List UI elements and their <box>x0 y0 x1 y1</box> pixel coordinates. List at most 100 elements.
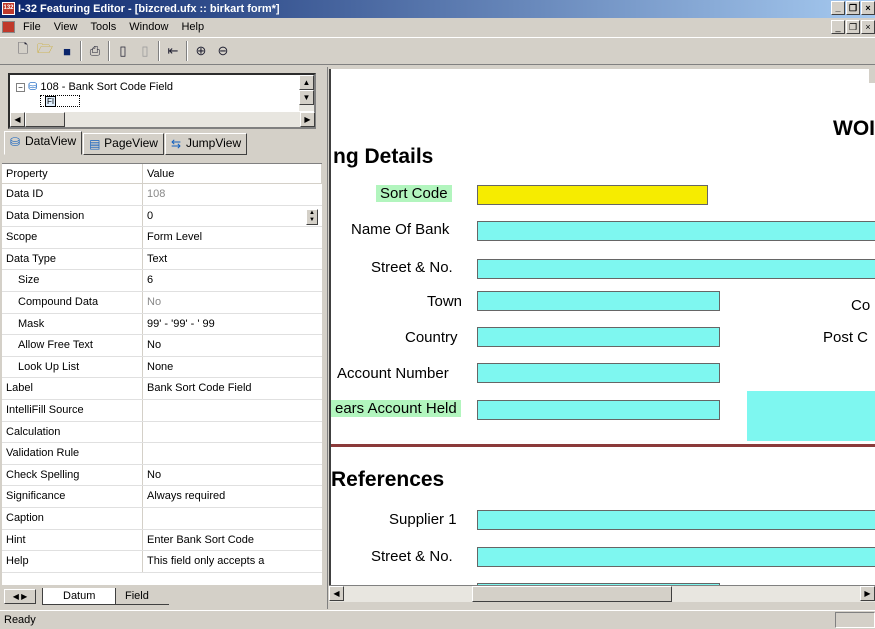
sort-code-field[interactable] <box>477 185 708 205</box>
property-value[interactable] <box>143 422 322 443</box>
table-row[interactable]: Look Up List None <box>2 356 322 379</box>
property-value[interactable]: 6 <box>143 270 322 291</box>
street-field[interactable] <box>477 259 875 279</box>
table-row[interactable]: IntelliFill Source <box>2 399 322 422</box>
property-value[interactable]: None <box>143 357 322 378</box>
table-row[interactable]: Data Type Text <box>2 248 322 271</box>
table-row[interactable]: Label Bank Sort Code Field <box>2 378 322 400</box>
table-row[interactable]: Check Spelling No <box>2 464 322 487</box>
scroll-left-icon[interactable]: ◀ <box>329 586 344 601</box>
field-label[interactable]: Account Number <box>337 365 449 382</box>
column-header-value[interactable]: Value <box>143 164 322 183</box>
country-field[interactable] <box>477 327 720 347</box>
canvas-hscroll[interactable]: ◀ ▶ <box>329 585 875 602</box>
close-icon[interactable]: × <box>861 1 875 15</box>
menu-view[interactable]: View <box>49 18 83 36</box>
table-row[interactable]: Allow Free Text No <box>2 335 322 357</box>
tab-field[interactable]: Field <box>105 588 169 605</box>
collapse-icon[interactable]: − <box>16 83 25 92</box>
field-label[interactable]: Town <box>427 293 462 310</box>
scroll-left-icon[interactable]: ◀ <box>10 112 25 127</box>
menu-file[interactable]: File <box>18 18 46 36</box>
field-label[interactable]: Street & No. <box>371 259 453 276</box>
data-tree[interactable]: − ⛁ 108 - Bank Sort Code Field FI ▲ ▼ ◀ … <box>8 73 316 129</box>
property-value[interactable]: Text <box>143 249 322 270</box>
menu-window[interactable]: Window <box>124 18 173 36</box>
property-value[interactable]: Enter Bank Sort Code <box>143 530 322 551</box>
supplier-field[interactable] <box>477 510 875 530</box>
tab-nav-arrows-icon[interactable]: ◀ ▶ <box>4 589 36 604</box>
title-bar[interactable]: 132 I-32 Featuring Editor - [bizcred.ufx… <box>0 0 875 18</box>
tree-node-root[interactable]: − ⛁ 108 - Bank Sort Code Field <box>16 80 174 93</box>
field-label[interactable]: Name Of Bank <box>351 221 449 238</box>
table-row[interactable]: Data ID 108 <box>2 184 322 206</box>
table-row[interactable]: Size 6 <box>2 270 322 292</box>
tree-hscroll[interactable]: ◀ ▶ <box>10 112 315 127</box>
scroll-right-icon[interactable]: ▶ <box>300 112 315 127</box>
form-field-block[interactable] <box>747 391 875 441</box>
mdi-restore-icon[interactable]: ❐ <box>846 20 860 34</box>
property-value[interactable]: Form Level <box>143 227 322 248</box>
pane-splitter[interactable] <box>324 67 328 609</box>
page-icon[interactable]: ▯ <box>112 40 134 62</box>
app-icon[interactable]: 132 <box>2 2 15 15</box>
account-number-field[interactable] <box>477 363 720 383</box>
table-row[interactable]: Scope Form Level <box>2 227 322 249</box>
menu-tools[interactable]: Tools <box>86 18 122 36</box>
minimize-icon[interactable]: _ <box>831 1 845 15</box>
field-label[interactable]: Supplier 1 <box>389 511 457 528</box>
scroll-down-icon[interactable]: ▼ <box>299 90 314 105</box>
scroll-thumb[interactable] <box>25 112 65 127</box>
restore-icon[interactable]: ❐ <box>846 1 860 15</box>
property-value[interactable]: This field only accepts a <box>143 551 322 572</box>
property-value[interactable] <box>143 443 322 464</box>
name-of-bank-field[interactable] <box>477 221 875 241</box>
scroll-up-icon[interactable]: ▲ <box>299 75 314 90</box>
property-value[interactable]: 99' - '99' - ' 99 <box>143 314 322 335</box>
scroll-thumb[interactable] <box>472 586 672 602</box>
page-next-icon[interactable]: ▯ <box>134 40 156 62</box>
field-label[interactable]: Sort Code <box>376 185 452 202</box>
menu-help[interactable]: Help <box>176 18 209 36</box>
mdi-minimize-icon[interactable]: _ <box>831 20 845 34</box>
property-value[interactable]: 0 ▲ ▼ <box>143 206 322 227</box>
spin-stepper[interactable]: ▲ ▼ <box>306 208 318 225</box>
zoom-out-icon[interactable]: ⊖ <box>212 40 234 62</box>
property-value[interactable]: Bank Sort Code Field <box>143 378 322 399</box>
column-header-property[interactable]: Property <box>2 164 143 183</box>
table-row[interactable]: Compound Data No <box>2 291 322 314</box>
save-icon[interactable]: ■ <box>56 40 78 62</box>
open-icon[interactable]: 🗁 <box>34 40 56 62</box>
scroll-right-icon[interactable]: ▶ <box>860 586 875 601</box>
property-value[interactable]: No <box>143 292 322 313</box>
zoom-in-icon[interactable]: ⊕ <box>190 40 212 62</box>
table-row[interactable]: Mask 99' - '99' - ' 99 <box>2 313 322 336</box>
field-label[interactable]: Street & No. <box>371 548 453 565</box>
jump-icon[interactable]: ⇤ <box>162 40 184 62</box>
tree-node-child[interactable]: FI <box>40 95 80 107</box>
tab-pageview[interactable]: ▤ PageView <box>83 133 164 155</box>
table-row[interactable]: Validation Rule <box>2 443 322 465</box>
tree-vscroll[interactable]: ▲ ▼ <box>299 75 314 111</box>
document-icon[interactable] <box>2 21 15 33</box>
print-icon[interactable]: ⎙ <box>84 40 106 62</box>
property-value[interactable] <box>143 508 322 529</box>
table-row[interactable]: Help This field only accepts a <box>2 551 322 573</box>
property-value[interactable]: No <box>143 465 322 486</box>
field-label[interactable]: Co <box>851 297 870 314</box>
tab-jumpview[interactable]: ⇆ JumpView <box>164 133 248 155</box>
table-row[interactable]: Hint Enter Bank Sort Code <box>2 529 322 552</box>
table-row[interactable]: Caption <box>2 507 322 530</box>
mdi-close-icon[interactable]: × <box>861 20 875 34</box>
property-value[interactable]: Always required <box>143 486 322 507</box>
tab-dataview[interactable]: ⛁ DataView <box>4 131 83 155</box>
supplier-street-field[interactable] <box>477 547 875 567</box>
years-account-held-field[interactable] <box>477 400 720 420</box>
field-label[interactable]: Country <box>405 329 458 346</box>
table-row[interactable]: Calculation <box>2 421 322 444</box>
vscroll-edge[interactable] <box>869 69 875 83</box>
new-icon[interactable]: 🗋 <box>12 40 34 62</box>
form-canvas[interactable]: WOI ng Details Sort Code Name Of Bank St… <box>329 69 875 585</box>
field-label[interactable]: ears Account Held <box>331 400 461 417</box>
property-value[interactable] <box>143 400 322 421</box>
